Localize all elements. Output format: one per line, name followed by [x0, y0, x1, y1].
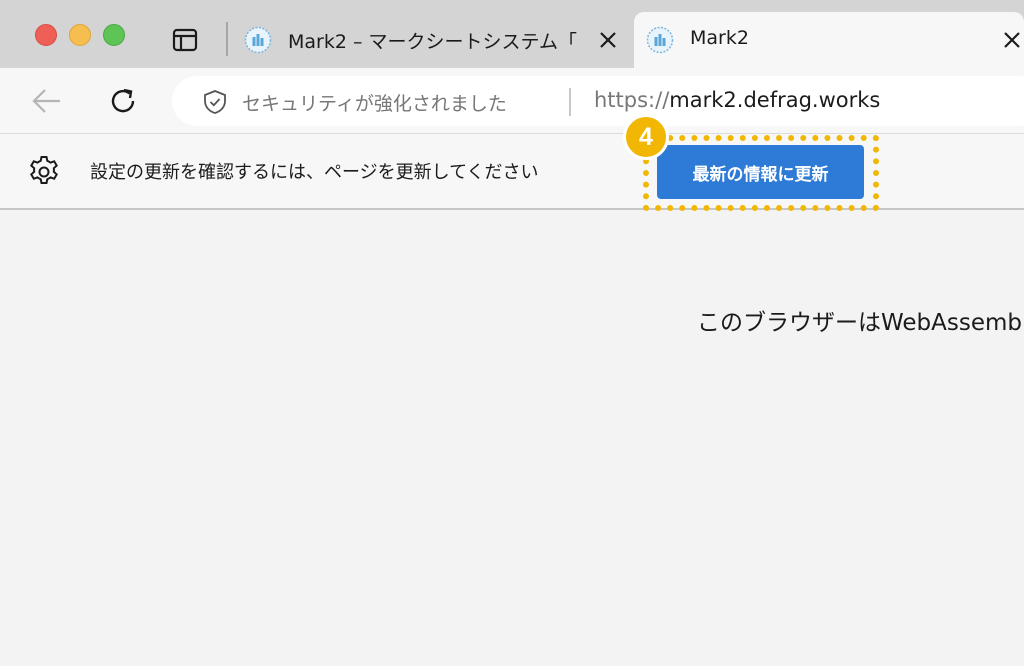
mark2-favicon-icon	[646, 26, 674, 54]
tab-title: Mark2 – マークシートシステム「|	[288, 31, 578, 53]
step-number-badge: 4	[623, 114, 669, 160]
tab-actions-icon[interactable]	[172, 27, 198, 53]
refresh-latest-info-button[interactable]: 最新の情報に更新	[657, 145, 864, 199]
tab-strip: Mark2 – マークシートシステム「| Mark2	[0, 0, 1024, 68]
browser-support-message: このブラウザーはWebAssembly	[697, 310, 1024, 336]
address-bar[interactable]: セキュリティが強化されました https://mark2.defrag.work…	[172, 76, 1024, 126]
infobar-message: 設定の更新を確認するには、ページを更新してください	[90, 162, 539, 183]
address-separator	[569, 88, 571, 116]
zoom-window-button[interactable]	[103, 24, 125, 46]
tab-mark2-system[interactable]: Mark2 – マークシートシステム「|	[232, 12, 632, 68]
close-tab-icon[interactable]	[596, 28, 620, 52]
reload-icon[interactable]	[106, 84, 140, 118]
mark2-favicon-icon	[244, 26, 272, 54]
back-arrow-icon[interactable]	[30, 86, 64, 116]
page-content: このブラウザーはWebAssembly	[0, 211, 1024, 666]
browser-toolbar: セキュリティが強化されました https://mark2.defrag.work…	[0, 68, 1024, 134]
shield-check-icon[interactable]	[202, 89, 228, 115]
minimize-window-button[interactable]	[69, 24, 91, 46]
url-text[interactable]: https://mark2.defrag.works	[594, 88, 880, 112]
tab-separator	[226, 22, 228, 56]
url-host: mark2.defrag.works	[669, 88, 881, 112]
url-scheme: https://	[594, 88, 670, 112]
close-window-button[interactable]	[35, 24, 57, 46]
close-tab-icon[interactable]	[1000, 28, 1024, 52]
tab-title: Mark2	[690, 27, 749, 49]
security-status-text: セキュリティが強化されました	[242, 93, 507, 115]
gear-icon	[26, 154, 62, 190]
tab-mark2[interactable]: Mark2	[634, 12, 1024, 68]
